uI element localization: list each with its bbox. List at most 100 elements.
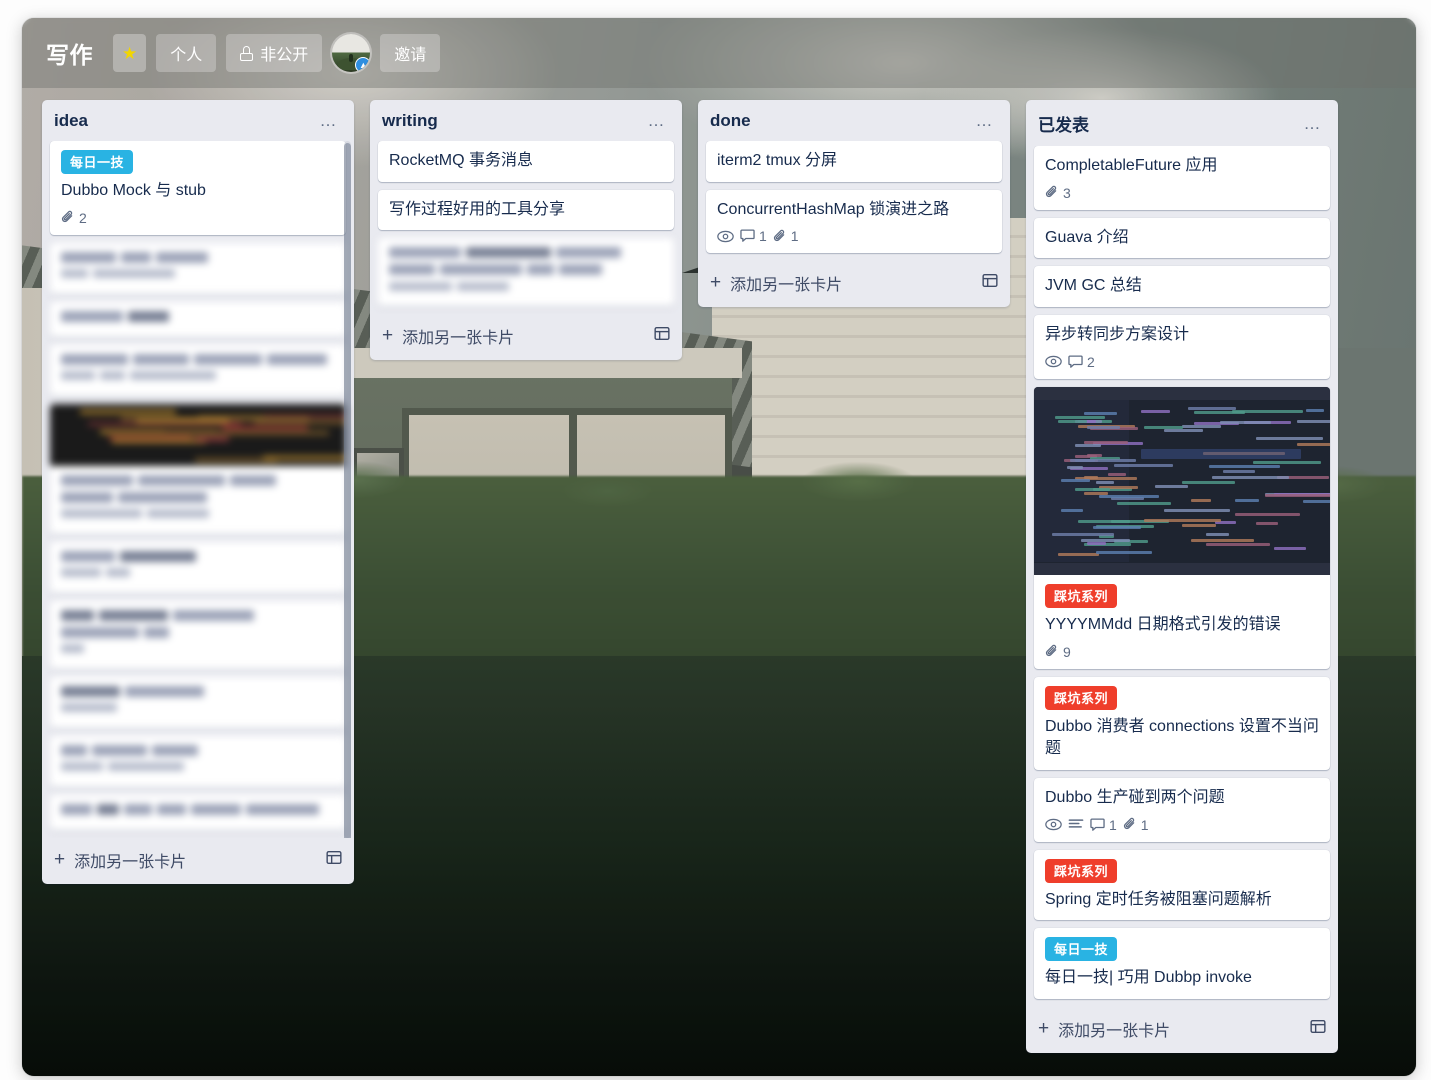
list-item[interactable] xyxy=(50,541,346,593)
list-title[interactable]: writing xyxy=(382,111,438,131)
list-item[interactable]: 踩坑系列 Spring 定时任务被阻塞问题解析 xyxy=(1034,849,1330,921)
eye-icon xyxy=(1045,355,1062,368)
card-template-icon[interactable] xyxy=(1310,1019,1326,1039)
add-card-footer[interactable]: + 添加另一张卡片 xyxy=(1026,1007,1338,1053)
plus-icon: + xyxy=(382,325,394,347)
badge-value: 1 xyxy=(1140,816,1149,833)
card-title: JVM GC 总结 xyxy=(1045,277,1142,295)
badge-value: 9 xyxy=(1063,643,1071,660)
list-scrollbar-thumb[interactable] xyxy=(344,143,351,838)
list-item[interactable]: JVM GC 总结 xyxy=(1034,266,1330,308)
list-item[interactable]: 每日一技 Dubbo Mock 与 stub 2 xyxy=(50,141,346,235)
badge-attachment: 1 xyxy=(1123,817,1149,833)
badge-eye xyxy=(1045,355,1062,368)
list-item[interactable]: 每日一技每日一技| 巧用 Dubbp invoke xyxy=(1034,928,1330,1000)
badge-comment: 1 xyxy=(740,228,767,244)
list-menu-icon[interactable]: … xyxy=(644,112,671,129)
list-item[interactable]: Dubbo 生产碰到两个问题 1 1 xyxy=(1034,778,1330,842)
card-badges: 11 xyxy=(717,228,992,244)
blurred-text-row xyxy=(61,474,336,509)
card-badges: 11 xyxy=(1045,817,1320,833)
star-button[interactable]: ★ xyxy=(113,34,147,72)
card-title: Dubbo 生产碰到两个问题 xyxy=(1045,789,1225,807)
eye-icon xyxy=(1045,818,1062,831)
card-title: Spring 定时任务被阻塞问题解析 xyxy=(1045,890,1272,908)
card-badges: 2 xyxy=(61,210,336,226)
list-item[interactable]: CompletableFuture 应用 3 xyxy=(1034,146,1330,210)
workspace-label: 个人 xyxy=(170,47,203,64)
visibility-button[interactable]: 非公开 xyxy=(226,34,323,72)
blurred-text-row xyxy=(61,702,336,719)
list-item[interactable] xyxy=(50,301,346,337)
card-title: RocketMQ 事务消息 xyxy=(389,152,534,169)
card-template-icon[interactable] xyxy=(982,273,998,293)
board-list-4[interactable]: 已发表 … CompletableFuture 应用 3 Guava 介绍 JVM GC … xyxy=(1026,100,1338,1054)
attachment-icon xyxy=(1123,817,1137,832)
blurred-text-row xyxy=(61,643,336,660)
list-item[interactable] xyxy=(50,735,346,787)
card-title: ConcurrentHashMap 锁演进之路 xyxy=(717,200,950,218)
list-title[interactable]: idea xyxy=(54,111,88,131)
list-item[interactable]: 异步转同步方案设计 2 xyxy=(1034,315,1330,379)
badge-eye xyxy=(1045,818,1062,831)
attachment-icon xyxy=(773,229,787,244)
verified-badge-icon: ▲ xyxy=(355,57,371,72)
add-card-label: 添加另一张卡片 xyxy=(730,277,843,295)
card-badges: 2 xyxy=(1045,354,1320,370)
board-list-3[interactable]: done … iterm2 tmux 分屏 ConcurrentHashMap 锁演进… xyxy=(698,100,1010,308)
list-item[interactable] xyxy=(50,676,346,728)
list-item[interactable] xyxy=(50,794,346,830)
badge-attachment: 2 xyxy=(61,210,87,226)
blurred-text-row xyxy=(61,567,336,584)
card-title: iterm2 tmux 分屏 xyxy=(717,152,838,169)
list-item[interactable] xyxy=(50,600,346,669)
list-item[interactable]: Guava 介绍 xyxy=(1034,217,1330,259)
card-label[interactable]: 每日一技 xyxy=(61,150,134,174)
card-label[interactable]: 踩坑系列 xyxy=(1045,858,1118,883)
board-lists-container[interactable]: idea… 每日一技 Dubbo Mock 与 stub 2 + 添加另一张卡片 writi… xyxy=(22,88,1416,1076)
blurred-text-row xyxy=(61,251,336,269)
list-item[interactable]: RocketMQ 事务消息 xyxy=(378,141,674,182)
board-list-2[interactable]: writing … RocketMQ 事务消息 写作过程好用的工具分享 + 添加另一张卡片 xyxy=(370,100,682,361)
list-item[interactable]: ConcurrentHashMap 锁演进之路 1 1 xyxy=(706,189,1002,254)
list-item[interactable]: iterm2 tmux 分屏 xyxy=(706,141,1002,182)
card-title: 写作过程好用的工具分享 xyxy=(389,200,566,218)
invite-button[interactable]: 邀请 xyxy=(380,34,441,72)
eye-icon xyxy=(717,230,734,243)
workspace-button[interactable]: 个人 xyxy=(156,34,217,72)
list-item[interactable]: 踩坑系列 YYYYMMdd 日期格式引发的错误 9 xyxy=(1034,386,1330,669)
list-menu-icon[interactable]: … xyxy=(316,112,343,129)
badge-value: 1 xyxy=(790,228,799,245)
badge-value: 1 xyxy=(759,228,767,245)
list-title[interactable]: 已发表 xyxy=(1038,111,1089,136)
add-card-label: 添加另一张卡片 xyxy=(1058,1023,1171,1041)
list-menu-icon[interactable]: … xyxy=(1300,115,1327,132)
board-window: 写作 ★ 个人 非公开 ▲ 邀请 idea … 每日一技 Dubbo Mock 与 s… xyxy=(22,18,1416,1076)
add-card-footer[interactable]: + 添加另一张卡片 xyxy=(698,261,1010,307)
card-template-icon[interactable] xyxy=(654,326,670,346)
list-item[interactable] xyxy=(50,344,346,396)
list-cards[interactable]: iterm2 tmux 分屏 ConcurrentHashMap 锁演进之路 1 1 xyxy=(698,141,1010,261)
list-item[interactable] xyxy=(50,403,346,534)
card-label[interactable]: 踩坑系列 xyxy=(1045,685,1118,710)
plus-icon: + xyxy=(710,272,722,294)
list-cards[interactable]: 每日一技 Dubbo Mock 与 stub 2 xyxy=(42,141,354,838)
attachment-icon xyxy=(61,210,75,225)
card-title: 每日一技| 巧用 Dubbp invoke xyxy=(1045,969,1252,987)
list-item[interactable] xyxy=(50,242,346,294)
card-template-icon[interactable] xyxy=(326,850,342,870)
list-menu-icon[interactable]: … xyxy=(972,112,999,129)
list-title[interactable]: done xyxy=(710,111,751,131)
board-list-1[interactable]: idea … 每日一技 Dubbo Mock 与 stub 2 + 添加另一张卡片 xyxy=(42,100,354,884)
card-label[interactable]: 踩坑系列 xyxy=(1045,583,1118,608)
list-item[interactable]: 踩坑系列 Dubbo 消费者 connections 设置不当问题 xyxy=(1034,676,1330,771)
list-cards[interactable]: RocketMQ 事务消息写作过程好用的工具分享 xyxy=(370,141,682,314)
add-card-footer[interactable]: + 添加另一张卡片 xyxy=(370,314,682,360)
add-card-footer[interactable]: + 添加另一张卡片 xyxy=(42,838,354,884)
avatar[interactable]: ▲ xyxy=(332,34,371,72)
list-item[interactable]: 写作过程好用的工具分享 xyxy=(378,189,674,231)
list-item[interactable] xyxy=(378,238,674,307)
list-cards[interactable]: CompletableFuture 应用 3 Guava 介绍 JVM GC 总结异步… xyxy=(1026,146,1338,1007)
description-icon xyxy=(1068,818,1084,831)
card-label[interactable]: 每日一技 xyxy=(1045,937,1118,962)
